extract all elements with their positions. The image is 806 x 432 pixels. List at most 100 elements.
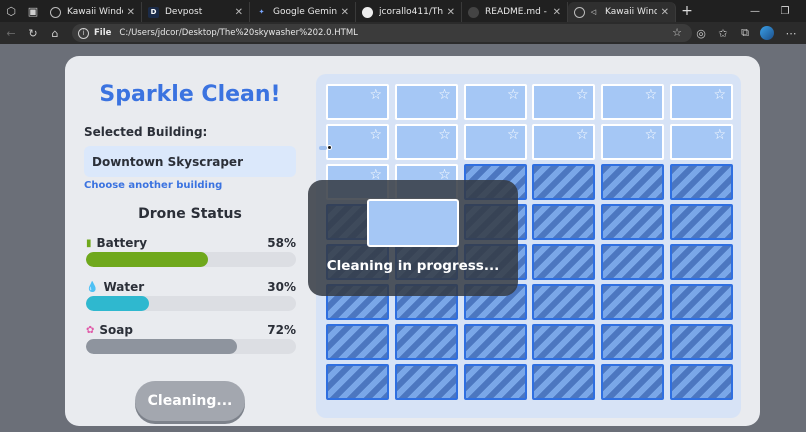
window-cell-dirty[interactable] — [601, 284, 665, 320]
drone-status-title: Drone Status — [138, 206, 242, 222]
water-value: 30% — [267, 280, 296, 294]
window-cell-clean[interactable]: ☆ — [394, 84, 458, 120]
window-cell-clean[interactable]: ☆ — [601, 124, 665, 160]
window-cell-dirty[interactable] — [532, 364, 596, 400]
globe-icon — [50, 6, 61, 18]
window-cell-dirty[interactable] — [670, 364, 733, 400]
url-field[interactable]: i File C:/Users/jdcor/Desktop/The%20skyw… — [72, 24, 692, 42]
meter-label-text: Water — [103, 280, 145, 294]
window-cell-dirty[interactable] — [532, 164, 596, 200]
devpost-icon: D — [148, 6, 159, 18]
star-icon: ☆ — [438, 127, 451, 143]
home-icon[interactable]: ⌂ — [44, 27, 66, 40]
page-viewport: Sparkle Clean! Selected Building: Downto… — [0, 44, 806, 432]
window-cell-clean[interactable]: ☆ — [532, 124, 596, 160]
tab-3[interactable]: jcorallo411/The-Skyw ✕ — [356, 2, 462, 22]
window-cell-dirty[interactable] — [463, 364, 527, 400]
window-cell-dirty[interactable] — [601, 244, 665, 280]
star-icon: ☆ — [713, 87, 726, 103]
battery-value: 58% — [267, 236, 296, 250]
tab-0[interactable]: Kawaii Window Clean ✕ — [44, 2, 142, 22]
window-cell-clean[interactable]: ☆ — [463, 124, 527, 160]
tab-title: Kawaii Window Clean — [67, 7, 123, 17]
choose-building-link[interactable]: Choose another building — [84, 180, 222, 191]
profile-avatar[interactable] — [756, 22, 778, 44]
close-tab-icon[interactable]: ✕ — [661, 7, 669, 18]
restore-icon[interactable]: ❐ — [770, 0, 800, 22]
tab-2[interactable]: ✦ Google Gemini ✕ — [250, 2, 356, 22]
tab-1[interactable]: D Devpost ✕ — [142, 2, 250, 22]
window-cell-clean[interactable]: ☆ — [394, 124, 458, 160]
water-drop-icon: 💧 — [86, 281, 99, 293]
star-icon: ☆ — [713, 127, 726, 143]
close-tab-icon[interactable]: ✕ — [341, 7, 349, 18]
window-cell-dirty[interactable] — [601, 164, 665, 200]
star-icon: ☆ — [507, 127, 520, 143]
refresh-page-icon[interactable]: ◎ — [690, 22, 712, 44]
window-cell-dirty[interactable] — [670, 204, 733, 240]
favorite-star-icon[interactable]: ☆ — [672, 26, 682, 39]
speaker-icon[interactable]: ◁ — [588, 7, 599, 18]
window-cell-dirty[interactable] — [670, 164, 733, 200]
window-cell-dirty[interactable] — [601, 364, 665, 400]
cleaning-progress-text: Cleaning in progress... — [326, 258, 500, 274]
window-cell-dirty[interactable] — [394, 324, 458, 360]
star-icon: ☆ — [507, 87, 520, 103]
info-icon[interactable]: i — [78, 27, 89, 39]
window-cell-dirty[interactable] — [394, 364, 458, 400]
workspaces-icon[interactable]: ⬡ — [0, 0, 22, 22]
window-cell-dirty[interactable] — [463, 324, 527, 360]
tab-actions-icon[interactable]: ▣ — [22, 0, 44, 22]
window-cell-clean[interactable]: ☆ — [326, 124, 389, 160]
close-tab-icon[interactable]: ✕ — [447, 7, 455, 18]
window-cell-dirty[interactable] — [326, 364, 389, 400]
cleaning-button[interactable]: Cleaning... — [135, 381, 245, 421]
close-tab-icon[interactable]: ✕ — [235, 7, 243, 18]
cleaning-overlay: Cleaning in progress... — [308, 180, 518, 296]
tab-5[interactable]: ◁ Kawaii Window ✕ — [568, 2, 676, 22]
soap-value: 72% — [267, 323, 296, 337]
star-icon: ☆ — [369, 127, 382, 143]
avatar — [760, 26, 774, 40]
star-icon: ☆ — [575, 87, 589, 103]
window-cell-dirty[interactable] — [670, 284, 733, 320]
window-cell-dirty[interactable] — [532, 244, 596, 280]
url-text: C:/Users/jdcor/Desktop/The%20skywasher%2… — [119, 28, 358, 38]
window-cell-dirty[interactable] — [670, 324, 733, 360]
window-cell-clean[interactable]: ☆ — [532, 84, 596, 120]
meter-label-text: Battery — [96, 236, 148, 250]
new-tab-button[interactable]: + — [676, 3, 698, 19]
water-bar — [86, 296, 296, 311]
tab-title: jcorallo411/The-Skyw — [379, 7, 443, 17]
tab-4[interactable]: README.md - The-Sk ✕ — [462, 2, 568, 22]
window-cell-clean[interactable]: ☆ — [601, 84, 665, 120]
close-tab-icon[interactable]: ✕ — [553, 7, 561, 18]
app-title: Sparkle Clean! — [99, 82, 281, 107]
window-cell-clean[interactable]: ☆ — [670, 124, 733, 160]
github-icon — [468, 6, 479, 18]
github-icon — [362, 6, 373, 18]
minimize-icon[interactable]: — — [740, 0, 770, 22]
star-icon: ☆ — [575, 127, 589, 143]
window-cell-clean[interactable]: ☆ — [670, 84, 733, 120]
window-cell-dirty[interactable] — [532, 324, 596, 360]
window-cell-dirty[interactable] — [670, 244, 733, 280]
window-cell-dirty[interactable] — [532, 204, 596, 240]
battery-label: ▮ Battery — [86, 236, 147, 250]
window-cell-dirty[interactable] — [601, 204, 665, 240]
selected-building-label: Selected Building: — [84, 125, 208, 139]
close-tab-icon[interactable]: ✕ — [127, 7, 135, 18]
collections-icon[interactable]: ⧉ — [734, 22, 756, 44]
back-icon[interactable]: ← — [0, 27, 22, 40]
water-fill — [86, 296, 149, 311]
window-cell-dirty[interactable] — [326, 324, 389, 360]
window-cell-clean[interactable]: ☆ — [463, 84, 527, 120]
battery-fill — [86, 252, 208, 267]
window-cell-dirty[interactable] — [601, 324, 665, 360]
selected-building-field[interactable]: Downtown Skyscraper — [84, 146, 296, 177]
refresh-icon[interactable]: ↻ — [22, 27, 44, 40]
window-cell-clean[interactable]: ☆ — [326, 84, 389, 120]
more-menu-icon[interactable]: ⋯ — [780, 22, 802, 44]
window-cell-dirty[interactable] — [532, 284, 596, 320]
favorites-icon[interactable]: ✩ — [712, 22, 734, 44]
